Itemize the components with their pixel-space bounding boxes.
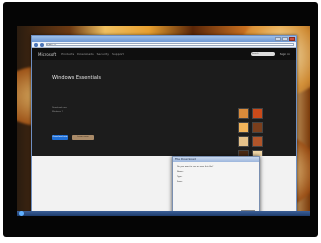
nav-item-security[interactable]: Security xyxy=(97,52,109,56)
close-button[interactable] xyxy=(289,37,295,41)
maximize-button[interactable] xyxy=(282,37,288,41)
thumbnail-image[interactable] xyxy=(238,122,249,133)
nav-item-support[interactable]: Support xyxy=(112,52,124,56)
sign-in-link[interactable]: Sign in xyxy=(280,52,290,56)
address-bar[interactable]: http:// xyxy=(46,43,294,46)
learn-more-button[interactable]: Learn more xyxy=(72,135,94,140)
black-border-frame: http:// Microsoft Products Downloads Sec… xyxy=(3,2,318,237)
back-arrow-icon[interactable] xyxy=(34,42,38,47)
page-title: Windows Essentials xyxy=(52,75,101,81)
desktop-screen: http:// Microsoft Products Downloads Sec… xyxy=(17,26,310,216)
browser-window: http:// Microsoft Products Downloads Sec… xyxy=(31,35,297,216)
hero-line: Windows 7 xyxy=(52,111,63,113)
dialog-body: Do you want to run or save this file? Na… xyxy=(173,162,259,188)
thumbnail-image[interactable] xyxy=(238,136,249,147)
thumbnail-image[interactable] xyxy=(238,108,249,119)
search-input[interactable]: Search xyxy=(250,52,275,56)
thumbnail-image[interactable] xyxy=(252,122,263,133)
thumbnail-image[interactable] xyxy=(252,108,263,119)
site-logo[interactable]: Microsoft xyxy=(38,52,56,57)
site-header: Microsoft Products Downloads Security Su… xyxy=(32,48,296,60)
forward-arrow-icon[interactable] xyxy=(40,42,44,47)
file-download-dialog: File Download Do you want to run or save… xyxy=(172,156,260,216)
browser-titlebar xyxy=(32,36,296,42)
top-navigation: Products Downloads Security Support xyxy=(61,52,124,56)
web-page: Microsoft Products Downloads Security Su… xyxy=(32,48,296,216)
thumbnail-grid xyxy=(238,108,263,161)
dialog-text: From: xyxy=(177,181,183,183)
nav-item-products[interactable]: Products xyxy=(61,52,74,56)
windows-taskbar xyxy=(17,211,310,216)
minimize-button[interactable] xyxy=(275,37,281,41)
nav-item-downloads[interactable]: Downloads xyxy=(77,52,93,56)
download-button[interactable]: Download now xyxy=(52,135,68,140)
start-button-icon[interactable] xyxy=(19,211,24,216)
thumbnail-image[interactable] xyxy=(252,136,263,147)
hero-description: Download now Windows 7 xyxy=(52,106,92,114)
